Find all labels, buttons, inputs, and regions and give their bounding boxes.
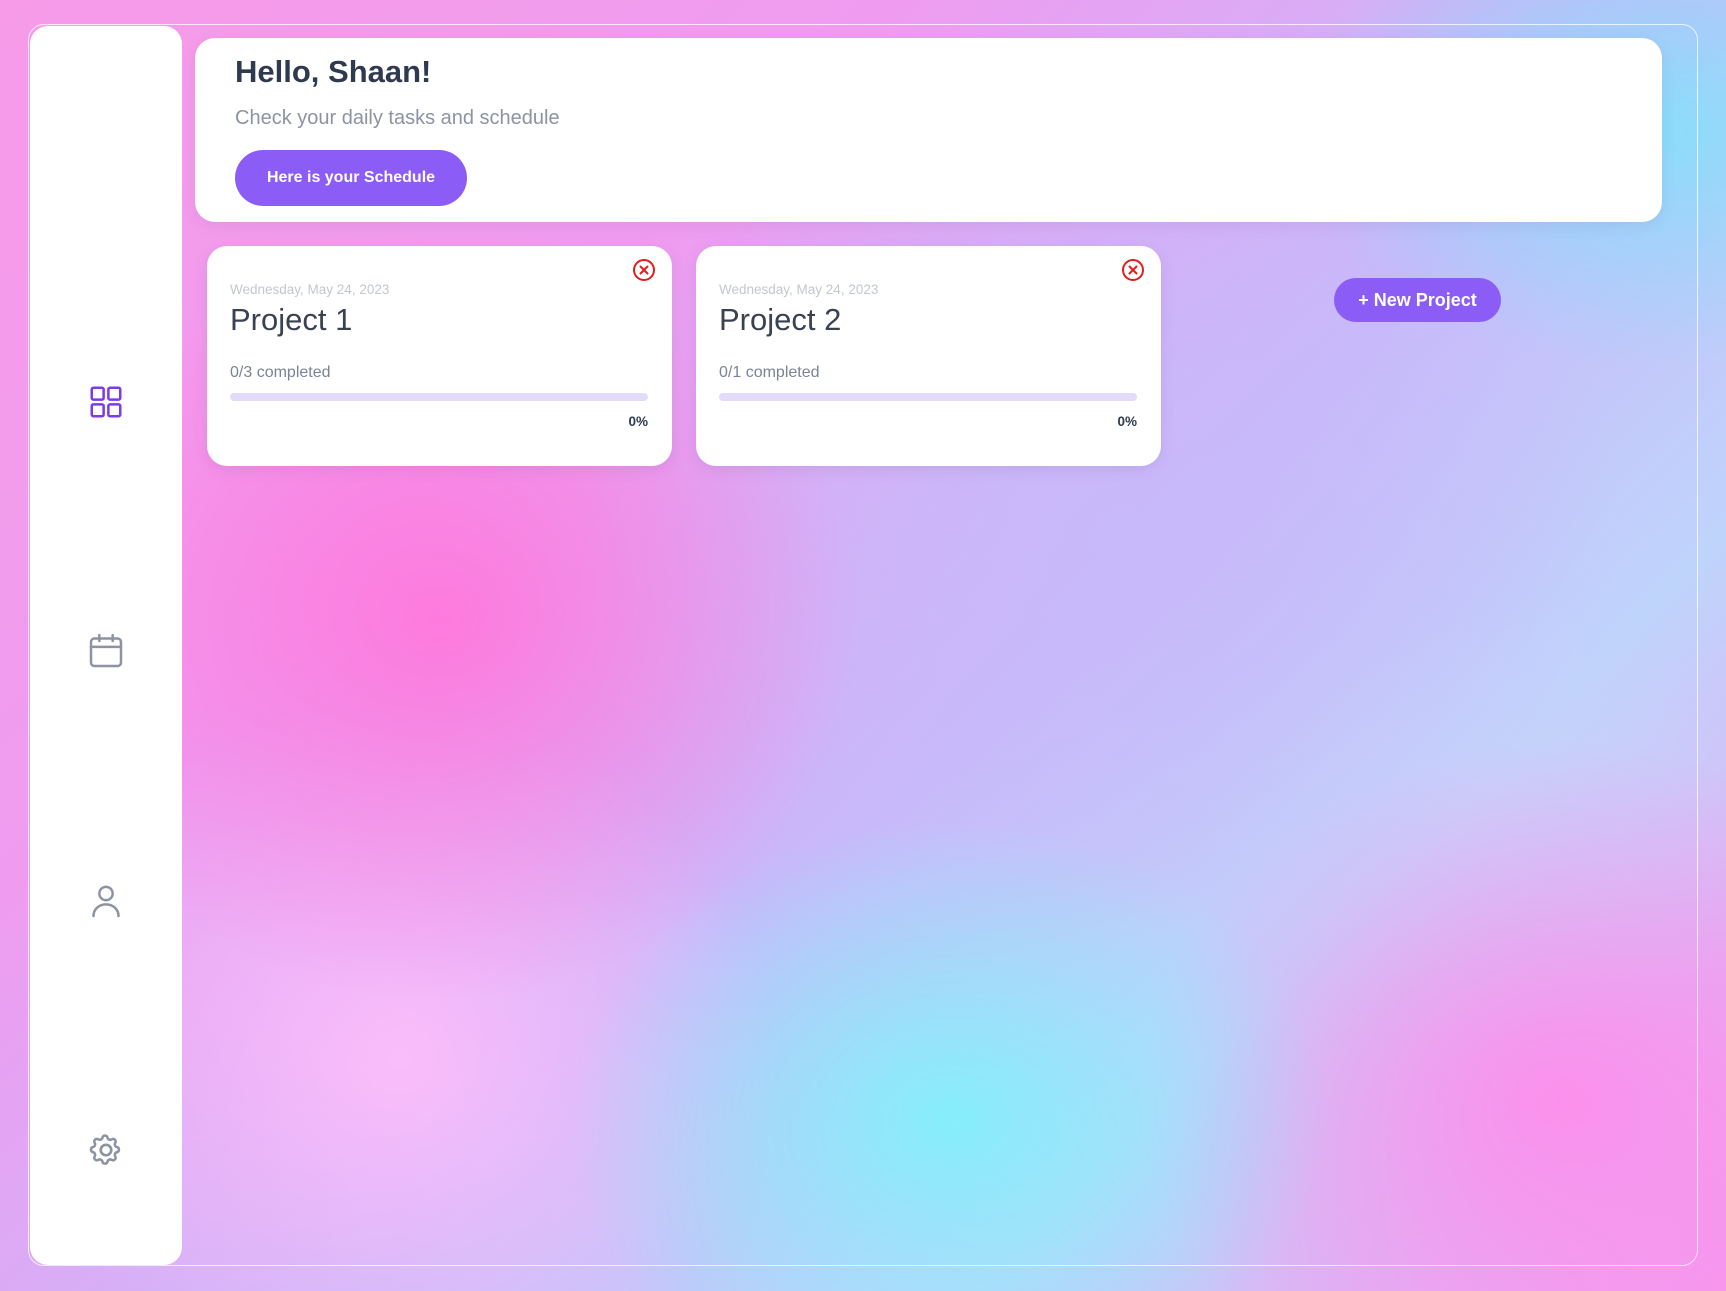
sidebar-item-profile[interactable] [30, 871, 182, 931]
progress-bar [230, 393, 648, 401]
project-progress-text: 0/1 completed [719, 364, 820, 381]
project-percent: 0% [1117, 414, 1137, 429]
gear-icon [89, 1134, 121, 1165]
project-date: Wednesday, May 24, 2023 [719, 282, 879, 297]
sidebar-item-dashboard[interactable] [30, 372, 182, 432]
greeting-subtitle: Check your daily tasks and schedule [235, 107, 560, 129]
project-card[interactable]: Wednesday, May 24, 2023 Project 2 0/1 co… [696, 246, 1161, 466]
calendar-icon [89, 633, 123, 668]
grid-icon [90, 386, 122, 418]
schedule-button[interactable]: Here is your Schedule [235, 150, 467, 206]
project-card[interactable]: Wednesday, May 24, 2023 Project 1 0/3 co… [207, 246, 672, 466]
progress-bar [719, 393, 1137, 401]
sidebar [30, 26, 182, 1265]
project-title: Project 2 [719, 302, 842, 337]
greeting-heading: Hello, Shaan! [235, 54, 432, 89]
user-icon [92, 885, 120, 918]
project-percent: 0% [628, 414, 648, 429]
project-date: Wednesday, May 24, 2023 [230, 282, 390, 297]
sidebar-item-calendar[interactable] [30, 621, 182, 681]
delete-project-icon[interactable] [1121, 258, 1145, 282]
project-progress-text: 0/3 completed [230, 364, 331, 381]
welcome-card: Hello, Shaan! Check your daily tasks and… [195, 38, 1662, 222]
sidebar-item-settings[interactable] [30, 1120, 182, 1180]
new-project-button[interactable]: + New Project [1334, 278, 1501, 322]
project-title: Project 1 [230, 302, 353, 337]
delete-project-icon[interactable] [632, 258, 656, 282]
